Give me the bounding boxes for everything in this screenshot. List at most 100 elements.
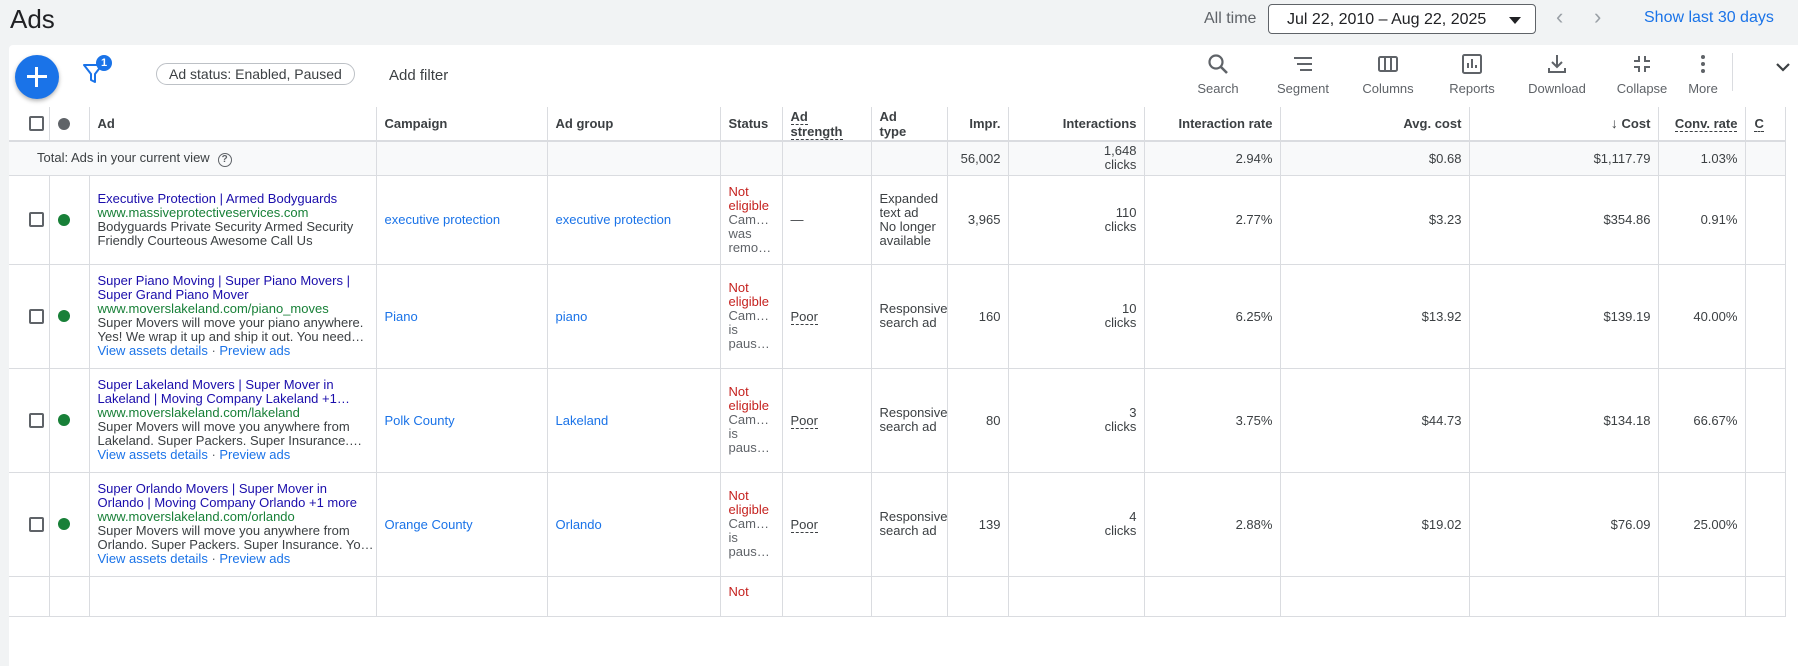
ad-description-line: Super Movers will move you anywhere from (97, 420, 350, 434)
table-row[interactable]: Executive Protection | Armed Bodyguards … (9, 175, 1787, 265)
ad-strength-cell[interactable]: Poor (782, 368, 872, 473)
ad-headline[interactable]: Orlando | Moving Company Orlando +1 more (98, 496, 376, 510)
ad-type-line: available (879, 233, 931, 248)
chevron-right-icon[interactable]: › (1594, 4, 1601, 30)
show-last-30-days-link[interactable]: Show last 30 days (1644, 9, 1774, 27)
select-all-cell[interactable] (9, 107, 50, 142)
col-header-campaign[interactable]: Campaign (376, 107, 548, 142)
enabled-status-dot-icon (57, 414, 70, 426)
ad-headline[interactable]: Executive Protection | Armed Bodyguards (98, 191, 376, 206)
status-detail: Cam… (728, 308, 769, 323)
segment-tool-button[interactable]: Segment (1263, 53, 1343, 96)
ad-strength-cell[interactable]: Poor (782, 264, 872, 369)
ad-type-line: Expanded (879, 191, 939, 206)
ad-type-line: Responsive (879, 302, 948, 316)
conv-rate-cell: 25.00% (1658, 472, 1747, 577)
segment-icon (1294, 57, 1312, 71)
ad-headline[interactable]: Super Piano Moving | Super Piano Movers … (98, 274, 376, 288)
ad-links: View assets details · Preview ads (97, 447, 291, 462)
interactions-cell: 4 clicks (1008, 472, 1146, 577)
view-assets-details-link[interactable]: View assets details (98, 343, 208, 358)
status-cell[interactable]: Not eligible Cam… was remo… (720, 175, 783, 265)
ad-type-line: search ad (879, 420, 937, 434)
col-header-avg-cost[interactable]: Avg. cost (1280, 107, 1471, 142)
row-checkbox[interactable] (29, 516, 44, 532)
ad-headline[interactable]: Super Orlando Movers | Super Mover in (98, 482, 376, 496)
col-header-ad-group[interactable]: Ad group (547, 107, 721, 142)
col-header-interactions[interactable]: Interactions (1008, 107, 1146, 142)
ad-group-link[interactable]: executive protection (556, 212, 672, 227)
status-cell[interactable]: Not eligible Cam… is paus… (720, 264, 783, 369)
ad-type-line: Responsive (879, 406, 948, 420)
status-detail: paus… (728, 336, 770, 351)
top-bar: Ads All time Jul 22, 2010 – Aug 22, 2025… (0, 0, 1798, 44)
status-detail: is (728, 426, 738, 441)
campaign-link[interactable]: Orange County (385, 517, 473, 532)
select-all-checkbox[interactable] (29, 116, 44, 131)
status-cell[interactable]: Not eligible Cam… is paus… (720, 368, 783, 473)
chevron-left-icon[interactable]: ‹ (1556, 4, 1563, 30)
ad-group-link[interactable]: piano (556, 309, 588, 324)
chevron-down-icon[interactable] (1773, 57, 1793, 82)
campaign-link[interactable]: executive protection (385, 212, 501, 227)
create-ad-button[interactable] (15, 55, 59, 99)
col-header-next[interactable]: C (1745, 107, 1787, 142)
interactions-unit: clicks (1104, 419, 1137, 434)
campaign-link[interactable]: Piano (385, 309, 418, 324)
row-checkbox[interactable] (29, 412, 44, 428)
ad-headline[interactable]: Lakeland | Moving Company Lakeland +1… (98, 392, 376, 406)
status-cell[interactable]: Not (720, 576, 783, 617)
ad-headline[interactable]: Super Grand Piano Mover (98, 288, 376, 302)
ad-description-line: Super Movers will move you anywhere from (97, 524, 350, 538)
table-row[interactable]: Super Piano Moving | Super Piano Movers … (9, 264, 1787, 369)
col-header-interaction-rate[interactable]: Interaction rate (1144, 107, 1282, 142)
conv-rate-header-label: Conv. rate (1674, 116, 1738, 132)
ad-strength-cell[interactable]: Poor (782, 472, 872, 577)
enabled-status-dot-icon (57, 518, 70, 530)
col-header-ad-strength[interactable]: Ad strength (782, 107, 872, 142)
download-tool-button[interactable]: Download (1517, 53, 1597, 96)
page-title: Ads (10, 4, 55, 34)
campaign-link[interactable]: Polk County (385, 413, 455, 428)
ad-headline[interactable]: Super Lakeland Movers | Super Mover in (98, 378, 376, 392)
interactions-unit: clicks (1104, 315, 1137, 330)
col-header-ad-type[interactable]: Ad type (871, 107, 949, 142)
more-tool-button[interactable]: More (1663, 53, 1743, 96)
interactions-value: 3 (1129, 405, 1137, 420)
interactions-value: 4 (1129, 509, 1137, 524)
table-row[interactable]: Super Orlando Movers | Super Mover in Or… (9, 472, 1787, 577)
sort-arrow-down-icon: ↓ (1610, 115, 1618, 131)
ad-cell[interactable]: Super Lakeland Movers | Super Mover in L… (89, 368, 377, 473)
impr-cell: 3,965 (947, 175, 1010, 265)
table-row[interactable]: Not (9, 576, 1787, 617)
col-header-impr[interactable]: Impr. (947, 107, 1010, 142)
columns-tool-button[interactable]: Columns (1348, 53, 1428, 96)
row-checkbox[interactable] (29, 308, 44, 324)
add-filter-button[interactable]: Add filter (389, 67, 448, 84)
reports-tool-button[interactable]: Reports (1432, 53, 1512, 96)
view-assets-details-link[interactable]: View assets details (98, 551, 208, 566)
ad-strength-value: Poor (790, 412, 818, 429)
view-assets-details-link[interactable]: View assets details (98, 447, 208, 462)
filter-chip-ad-status[interactable]: Ad status: Enabled, Paused (156, 63, 355, 85)
preview-ads-link[interactable]: Preview ads (219, 447, 290, 462)
avg-cost-cell: $44.73 (1280, 368, 1471, 473)
col-header-conv-rate[interactable]: Conv. rate (1658, 107, 1747, 142)
status-cell[interactable]: Not eligible Cam… is paus… (720, 472, 783, 577)
toolbar-divider (1732, 53, 1733, 91)
ad-cell[interactable]: Super Orlando Movers | Super Mover in Or… (89, 472, 377, 577)
search-tool-button[interactable]: Search (1178, 53, 1258, 96)
help-icon[interactable]: ? (217, 152, 232, 167)
table-row[interactable]: Super Lakeland Movers | Super Mover in L… (9, 368, 1787, 473)
date-range-picker[interactable]: Jul 22, 2010 – Aug 22, 2025 (1268, 4, 1536, 34)
ad-cell[interactable]: Super Piano Moving | Super Piano Movers … (89, 264, 377, 369)
row-checkbox[interactable] (29, 212, 44, 227)
ad-cell[interactable]: Executive Protection | Armed Bodyguards … (89, 175, 377, 265)
col-header-cost[interactable]: ↓ Cost (1469, 107, 1660, 142)
preview-ads-link[interactable]: Preview ads (219, 343, 290, 358)
ad-group-link[interactable]: Orlando (556, 517, 602, 532)
col-header-ad[interactable]: Ad (89, 107, 377, 142)
preview-ads-link[interactable]: Preview ads (219, 551, 290, 566)
ad-group-link[interactable]: Lakeland (556, 413, 609, 428)
col-header-status[interactable]: Status (720, 107, 783, 142)
